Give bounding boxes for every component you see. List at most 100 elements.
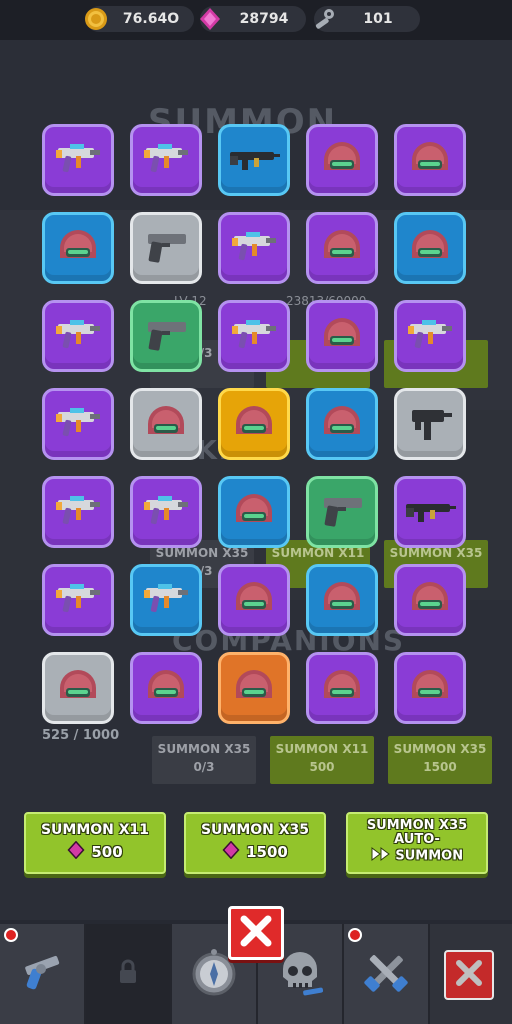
- auto-summon-label: SUMMON X35 AUTO- SUMMON: [348, 819, 486, 865]
- auto-summon-button[interactable]: SUMMON X35 AUTO- SUMMON: [346, 812, 488, 874]
- key-value: 101: [363, 11, 393, 27]
- reward-card[interactable]: [218, 212, 290, 284]
- summon-x11-button[interactable]: SUMMON X11 500: [24, 812, 166, 874]
- bg-btn-free-3-value: 0/3: [193, 760, 215, 774]
- reward-card[interactable]: [42, 652, 114, 724]
- reward-card[interactable]: [42, 212, 114, 284]
- nav-close-button[interactable]: [444, 950, 494, 1000]
- tools-icon: [359, 945, 413, 1003]
- gun-pistol-icon: [314, 482, 370, 542]
- reward-card[interactable]: [218, 564, 290, 636]
- reward-card[interactable]: [306, 476, 378, 548]
- bg-btn-free-3-label: SUMMON X35: [157, 742, 251, 756]
- coin-value: 76.64O: [122, 11, 180, 27]
- reward-card[interactable]: [218, 300, 290, 372]
- reward-card[interactable]: [306, 652, 378, 724]
- bg-companion-progress: 525 / 1000: [42, 728, 120, 743]
- lock-icon: [116, 959, 140, 989]
- reward-card[interactable]: [394, 564, 466, 636]
- bg-btn-11-3: SUMMON X11 500: [270, 736, 374, 784]
- reward-card[interactable]: [42, 564, 114, 636]
- helmet-icon: [402, 658, 458, 718]
- helmet-icon: [226, 482, 282, 542]
- reward-card[interactable]: [42, 300, 114, 372]
- reward-card[interactable]: [394, 476, 466, 548]
- gem-icon: [67, 840, 85, 863]
- helmet-icon: [402, 570, 458, 630]
- reward-card[interactable]: [130, 564, 202, 636]
- auto-summon-line2: AUTO-: [394, 832, 440, 847]
- bg-btn-11-2-label: SUMMON X11: [271, 546, 365, 560]
- reward-card[interactable]: [394, 124, 466, 196]
- bg-btn-35-3-value: 1500: [423, 760, 457, 774]
- reward-card[interactable]: [394, 300, 466, 372]
- nav-weapons[interactable]: [0, 924, 86, 1024]
- reward-card[interactable]: [218, 388, 290, 460]
- helmet-icon: [314, 570, 370, 630]
- gun-smg-icon: [50, 570, 106, 630]
- reward-card[interactable]: [306, 124, 378, 196]
- reward-card[interactable]: [42, 476, 114, 548]
- gun-rifle-icon: [226, 130, 282, 190]
- bg-btn-free-2-label: SUMMON X35: [155, 546, 249, 560]
- summon-x35-button[interactable]: SUMMON X35 1500: [184, 812, 326, 874]
- gun-smg-icon: [138, 130, 194, 190]
- reward-card[interactable]: [218, 124, 290, 196]
- gun-smg-icon: [50, 394, 106, 454]
- reward-card[interactable]: [130, 300, 202, 372]
- gun-smg-icon: [226, 306, 282, 366]
- fast-forward-icon: [371, 847, 391, 865]
- reward-card[interactable]: [130, 124, 202, 196]
- helmet-icon: [402, 130, 458, 190]
- gun-smg-icon: [226, 218, 282, 278]
- summon-buttons: SUMMON X11 500 SUMMON X35 1500 SUMMON X3…: [0, 812, 512, 878]
- helmet-icon: [402, 218, 458, 278]
- reward-card[interactable]: [130, 212, 202, 284]
- helmet-icon: [226, 570, 282, 630]
- bg-btn-free-3: SUMMON X35 0/3: [152, 736, 256, 784]
- reward-card[interactable]: [130, 476, 202, 548]
- summon-x11-cost: 500: [26, 840, 164, 863]
- bg-btn-35-3: SUMMON X35 1500: [388, 736, 492, 784]
- gun-uzi-icon: [402, 394, 458, 454]
- close-icon: [238, 913, 274, 953]
- reward-card[interactable]: [130, 388, 202, 460]
- nav-crafting[interactable]: [344, 924, 430, 1024]
- nav-locked[interactable]: [86, 924, 172, 1024]
- reward-card[interactable]: [306, 212, 378, 284]
- helmet-icon: [50, 658, 106, 718]
- summon-x11-label: SUMMON X11: [40, 822, 150, 838]
- reward-card[interactable]: [42, 124, 114, 196]
- close-results-button[interactable]: [228, 906, 284, 960]
- summon-x35-label: SUMMON X35: [200, 822, 310, 838]
- gem-icon: [222, 840, 240, 863]
- helmet-icon: [138, 394, 194, 454]
- reward-card[interactable]: [394, 212, 466, 284]
- reward-card[interactable]: [394, 388, 466, 460]
- reward-card[interactable]: [306, 388, 378, 460]
- wrench-icon: [312, 7, 336, 31]
- gun-pistol-icon: [138, 218, 194, 278]
- reward-card[interactable]: [394, 652, 466, 724]
- gun-smg-icon: [50, 306, 106, 366]
- gun-rifle-icon: [402, 482, 458, 542]
- helmet-icon: [314, 306, 370, 366]
- gun-smg-icon: [138, 570, 194, 630]
- coin-icon: [84, 7, 108, 31]
- auto-summon-line3: SUMMON: [395, 848, 464, 864]
- reward-card[interactable]: [130, 652, 202, 724]
- gun-smg-icon: [50, 130, 106, 190]
- summon-x11-cost-value: 500: [91, 843, 123, 861]
- reward-card[interactable]: [218, 476, 290, 548]
- helmet-icon: [226, 394, 282, 454]
- reward-card[interactable]: [306, 300, 378, 372]
- reward-card[interactable]: [42, 388, 114, 460]
- reward-card[interactable]: [218, 652, 290, 724]
- helmet-icon: [314, 658, 370, 718]
- reward-card[interactable]: [306, 564, 378, 636]
- auto-summon-line1: SUMMON X35: [366, 818, 468, 833]
- notification-dot: [4, 928, 18, 942]
- helmet-icon: [50, 218, 106, 278]
- summon-x35-cost: 1500: [186, 840, 324, 863]
- close-icon: [454, 958, 484, 992]
